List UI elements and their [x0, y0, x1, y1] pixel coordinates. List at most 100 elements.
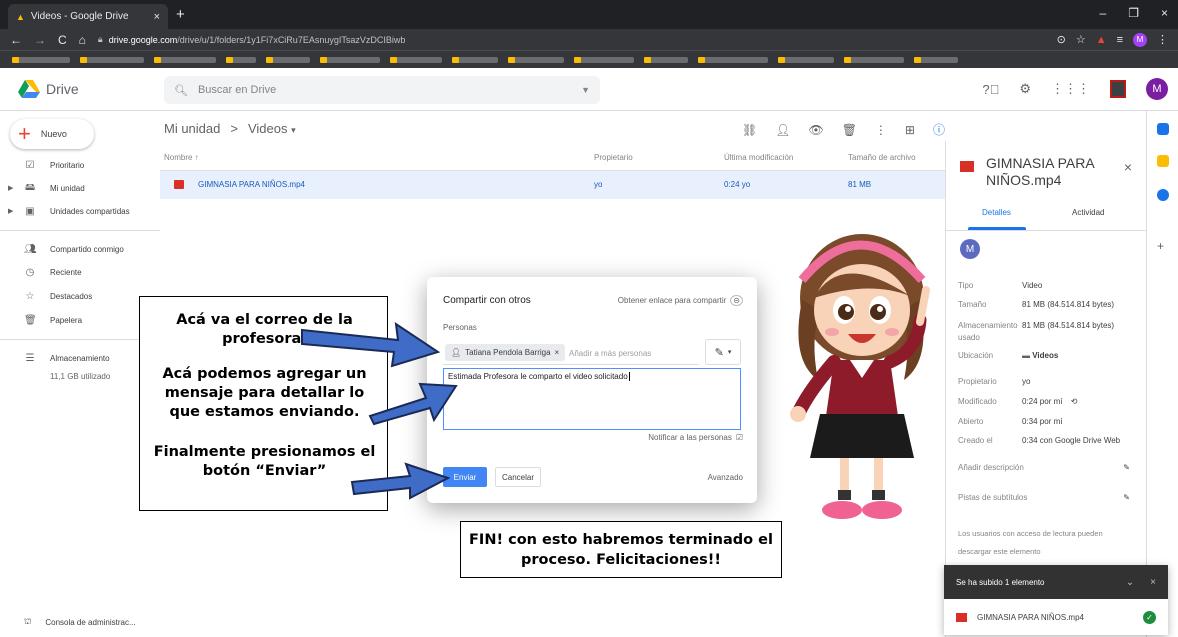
site-settings-icon[interactable]: ⊙	[1057, 33, 1066, 46]
tasks-icon[interactable]	[1157, 189, 1169, 201]
browser-menu-icon[interactable]: ⋮	[1157, 33, 1168, 46]
sidebar-item-shared-drives[interactable]: ▶ ▣ Unidades compartidas	[0, 200, 160, 222]
share-person-icon[interactable]: 👤︎	[775, 123, 790, 137]
pencil-icon[interactable]: ✎	[1123, 493, 1130, 502]
sidebar-item-shared-with-me[interactable]: 👥︎ Compartido conmigo	[0, 238, 160, 260]
account-avatar[interactable]: M	[1146, 78, 1168, 100]
expand-arrow-icon[interactable]: ▶	[8, 184, 13, 192]
add-description[interactable]: Añadir descripción ✎	[958, 463, 1138, 472]
remove-recipient-icon[interactable]: ×	[555, 348, 560, 357]
close-icon[interactable]: ×	[1150, 577, 1156, 588]
close-window-button[interactable]: ×	[1161, 6, 1168, 20]
bookmark-item[interactable]	[574, 56, 634, 63]
cancel-button[interactable]: Cancelar	[495, 467, 541, 487]
tab-activity[interactable]: Actividad	[1072, 208, 1104, 217]
permission-dropdown[interactable]: ✎ ▾	[705, 339, 741, 365]
browser-tab[interactable]: ▲ Videos - Google Drive ×	[8, 4, 168, 29]
sidebar-item-storage[interactable]: ☰ Almacenamiento	[0, 347, 160, 369]
subtitle-tracks[interactable]: Pistas de subtítulos ✎	[958, 493, 1138, 502]
advanced-link[interactable]: Avanzado	[708, 473, 743, 482]
bookmark-item[interactable]	[226, 56, 256, 63]
extension-icon[interactable]: ▲	[1096, 34, 1107, 46]
upload-item[interactable]: GIMNASIA PARA NIÑOS.mp4 ✓	[944, 599, 1168, 635]
collapse-icon[interactable]: ⌄	[1126, 577, 1134, 588]
info-icon[interactable]: ⓘ	[933, 121, 945, 138]
people-input[interactable]: 👤︎ Tatiana Pendola Barriga × Añadir a má…	[443, 339, 699, 365]
settings-gear-icon[interactable]: ⚙	[1019, 81, 1031, 97]
bookmark-item[interactable]	[154, 56, 216, 63]
forward-icon[interactable]: →	[34, 33, 46, 47]
recipient-chip[interactable]: 👤︎ Tatiana Pendola Barriga ×	[445, 344, 566, 361]
bookmark-item[interactable]	[266, 56, 310, 63]
notify-checkbox[interactable]: Notificar a las personas ☑	[648, 433, 743, 442]
bookmark-item[interactable]	[844, 56, 904, 63]
bookmark-item[interactable]	[644, 56, 688, 63]
add-addon-icon[interactable]: +	[1157, 239, 1164, 253]
trash-icon[interactable]: 🗑︎	[842, 123, 857, 137]
sidebar-item-starred[interactable]: ☆ Destacados	[0, 285, 160, 307]
sidebar-item-recent[interactable]: ◷ Reciente	[0, 261, 160, 283]
download-note: Los usuarios con acceso de lectura puede…	[958, 529, 1103, 556]
sidebar-item-my-drive[interactable]: ▶ 🖴︎ Mi unidad	[0, 177, 160, 199]
breadcrumb-root[interactable]: Mi unidad	[164, 121, 220, 136]
more-options-icon[interactable]: ⋮	[875, 123, 887, 137]
new-button[interactable]: + Nuevo	[10, 119, 94, 149]
back-icon[interactable]: ←	[10, 33, 22, 47]
file-size: 81 MB	[848, 180, 872, 189]
grid-view-icon[interactable]: ⊞	[905, 123, 915, 137]
bookmark-item[interactable]	[452, 56, 498, 63]
bookmark-item[interactable]	[698, 56, 768, 63]
bookmark-item[interactable]	[508, 56, 564, 63]
detail-size: Tamaño 81 MB (84.514.814 bytes)	[958, 300, 1115, 309]
profile-avatar[interactable]: M	[1133, 32, 1147, 47]
bookmark-star-icon[interactable]: ☆	[1076, 33, 1086, 46]
add-more-placeholder[interactable]: Añadir a más personas	[569, 349, 651, 358]
col-name[interactable]: Nombre ↑	[164, 153, 199, 162]
bookmark-item[interactable]	[80, 56, 144, 63]
message-textarea[interactable]: Estimada Profesora le comparto el video …	[443, 368, 741, 430]
search-options-icon[interactable]: ▼	[581, 85, 590, 95]
search-input[interactable]: 🔍︎ Buscar en Drive ▼	[164, 76, 600, 104]
history-icon[interactable]: ⟲	[1071, 397, 1078, 406]
shared-user-avatar[interactable]: M	[960, 239, 980, 259]
people-icon: 👥︎	[24, 243, 37, 255]
bookmark-item[interactable]	[914, 56, 958, 63]
get-link-button[interactable]: Obtener enlace para compartir ⊝	[618, 295, 743, 306]
new-tab-button[interactable]: +	[176, 6, 185, 23]
bookmark-item[interactable]	[12, 56, 70, 63]
keep-icon[interactable]	[1157, 155, 1169, 167]
address-bar-row: ← → C ⌂ 🔒︎ drive.google.com/drive/u/1/fo…	[0, 29, 1178, 50]
home-icon[interactable]: ⌂	[79, 33, 86, 47]
add-description-label: Añadir descripción	[958, 463, 1024, 472]
bookmark-item[interactable]	[778, 56, 834, 63]
maximize-button[interactable]: ❐	[1128, 6, 1139, 20]
reading-list-icon[interactable]: ≡	[1117, 34, 1123, 46]
location-folder[interactable]: ▬ Videos	[1022, 351, 1058, 360]
close-icon[interactable]: ×	[1124, 159, 1132, 175]
reload-icon[interactable]: C	[58, 33, 67, 47]
col-size[interactable]: Tamaño de archivo	[848, 153, 916, 162]
tab-details[interactable]: Detalles	[982, 208, 1011, 217]
col-owner[interactable]: Propietario	[594, 153, 633, 162]
admin-console-link[interactable]: ⛫ Consola de administrac...	[24, 617, 136, 627]
calendar-icon[interactable]	[1157, 123, 1169, 135]
help-icon[interactable]: ?⃝	[982, 82, 999, 97]
final-message-text: FIN! con esto habremos terminado el proc…	[469, 531, 773, 568]
organization-logo	[1110, 80, 1126, 98]
apps-grid-icon[interactable]: ⋮⋮⋮	[1051, 81, 1090, 97]
sidebar-item-priority[interactable]: ☑ Prioritario	[0, 154, 160, 176]
tab-close-icon[interactable]: ×	[154, 11, 160, 23]
bookmark-item[interactable]	[320, 56, 380, 63]
link-icon[interactable]: ⛓	[742, 123, 757, 137]
col-modified[interactable]: Última modificación	[724, 153, 793, 162]
table-row[interactable]: GIMNASIA PARA NIÑOS.mp4 yo 0:24 yo 81 MB	[160, 171, 945, 199]
pencil-icon[interactable]: ✎	[1123, 463, 1130, 472]
address-bar[interactable]: 🔒︎ drive.google.com/drive/u/1/folders/1y…	[98, 34, 1045, 45]
bookmark-item[interactable]	[390, 56, 442, 63]
sidebar-item-trash[interactable]: 🗑︎ Papelera	[0, 309, 160, 331]
drive-logo[interactable]: Drive	[18, 80, 158, 98]
expand-arrow-icon[interactable]: ▶	[8, 207, 13, 215]
breadcrumb-current[interactable]: Videos ▾	[248, 121, 296, 136]
preview-eye-icon[interactable]: 👁︎	[808, 123, 823, 137]
minimize-button[interactable]: –	[1100, 6, 1107, 20]
